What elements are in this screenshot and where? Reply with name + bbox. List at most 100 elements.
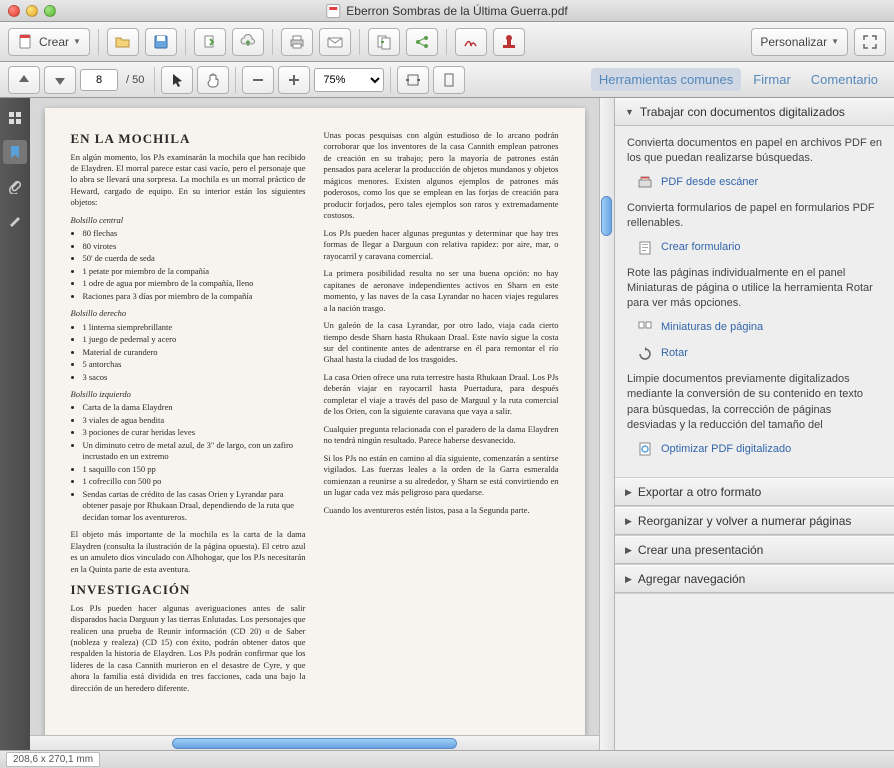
panel-title: Agregar navegación bbox=[638, 572, 745, 586]
optimize-icon bbox=[637, 441, 653, 457]
list-item: Material de curandero bbox=[83, 347, 306, 358]
heading-mochila: EN LA MOCHILA bbox=[71, 130, 306, 148]
bookmark-icon bbox=[7, 144, 23, 160]
page-dimensions: 208,6 x 270,1 mm bbox=[6, 752, 100, 767]
body-para: La primera posibilidad resulta no ser un… bbox=[324, 268, 559, 314]
folder-open-icon bbox=[114, 33, 132, 51]
panel-header-reorganize[interactable]: ▶ Reorganizar y volver a numerar páginas bbox=[615, 507, 894, 535]
signatures-tab[interactable] bbox=[3, 208, 27, 232]
personalize-label: Personalizar bbox=[760, 35, 827, 49]
bookmarks-tab[interactable] bbox=[3, 140, 27, 164]
select-tool-button[interactable] bbox=[161, 66, 193, 94]
triangle-right-icon: ▶ bbox=[625, 516, 632, 527]
panel-header-export[interactable]: ▶Exportar a otro formato bbox=[615, 478, 894, 506]
maximize-window-button[interactable] bbox=[44, 5, 56, 17]
form-icon bbox=[637, 240, 653, 256]
link-label: Miniaturas de página bbox=[661, 320, 763, 335]
list-bolsillo-central: 80 flechas80 virotes50' de cuerda de sed… bbox=[71, 228, 306, 302]
rotate-icon bbox=[637, 346, 653, 362]
zoom-in-button[interactable] bbox=[278, 66, 310, 94]
sec-label: Bolsillo central bbox=[71, 215, 306, 226]
list-item: Sendas cartas de crédito de las casas Or… bbox=[83, 489, 306, 523]
convert-button[interactable] bbox=[368, 28, 400, 56]
personalize-button[interactable]: Personalizar ▼ bbox=[751, 28, 848, 56]
list-bolsillo-izquierdo: Carta de la dama Elaydren3 viales de agu… bbox=[71, 402, 306, 523]
save-button[interactable] bbox=[145, 28, 177, 56]
fit-page-icon bbox=[440, 71, 458, 89]
pdf-from-scanner-link[interactable]: PDF desde escáner bbox=[637, 175, 882, 191]
page-viewport[interactable]: EN LA MOCHILA En algún momento, los PJs … bbox=[30, 98, 599, 735]
vscroll-thumb[interactable] bbox=[601, 196, 612, 236]
export-button[interactable] bbox=[194, 28, 226, 56]
rotate-link[interactable]: Rotar bbox=[637, 346, 882, 362]
link-label: PDF desde escáner bbox=[661, 175, 758, 190]
window-title-text: Eberron Sombras de la Última Guerra.pdf bbox=[346, 4, 567, 18]
print-button[interactable] bbox=[281, 28, 313, 56]
minimize-window-button[interactable] bbox=[26, 5, 38, 17]
email-button[interactable] bbox=[319, 28, 351, 56]
zoom-select[interactable]: 75% bbox=[314, 68, 384, 92]
horizontal-scrollbar[interactable] bbox=[30, 735, 599, 750]
secondary-toolbar: / 50 75% Herramientas comunes Firmar Com… bbox=[0, 62, 894, 98]
fit-width-button[interactable] bbox=[397, 66, 429, 94]
zoom-out-button[interactable] bbox=[242, 66, 274, 94]
fullscreen-button[interactable] bbox=[854, 28, 886, 56]
hand-tool-button[interactable] bbox=[197, 66, 229, 94]
comment-link[interactable]: Comentario bbox=[803, 68, 886, 91]
list-item: 50' de cuerda de seda bbox=[83, 253, 306, 264]
sign-button[interactable] bbox=[455, 28, 487, 56]
fit-page-button[interactable] bbox=[433, 66, 465, 94]
open-button[interactable] bbox=[107, 28, 139, 56]
tools-sidepanel: ▼ Trabajar con documentos digitalizados C… bbox=[614, 98, 894, 750]
triangle-down-icon: ▼ bbox=[625, 107, 634, 117]
vertical-scrollbar[interactable] bbox=[599, 98, 614, 750]
panel-body-digitalized: Convierta documentos en papel en archivo… bbox=[615, 126, 894, 477]
scanner-icon bbox=[637, 175, 653, 191]
panel-text: Convierta documentos en papel en archivo… bbox=[627, 136, 882, 167]
create-form-link[interactable]: Crear formulario bbox=[637, 240, 882, 256]
hscroll-thumb[interactable] bbox=[172, 738, 457, 749]
thumbnails-tab[interactable] bbox=[3, 106, 27, 130]
window-title: Eberron Sombras de la Última Guerra.pdf bbox=[326, 4, 567, 18]
list-item: 1 juego de pedernal y acero bbox=[83, 334, 306, 345]
create-button[interactable]: Crear ▼ bbox=[8, 28, 90, 56]
panel-header-navigation[interactable]: ▶Agregar navegación bbox=[615, 565, 894, 593]
list-bolsillo-derecho: 1 linterna siemprebrillante1 juego de pe… bbox=[71, 322, 306, 383]
page-total-label: / 50 bbox=[122, 74, 148, 86]
panel-text: Convierta formularios de papel en formul… bbox=[627, 201, 882, 232]
panel-title: Trabajar con documentos digitalizados bbox=[640, 105, 845, 119]
close-window-button[interactable] bbox=[8, 5, 20, 17]
page-up-button[interactable] bbox=[8, 66, 40, 94]
envelope-icon bbox=[326, 33, 344, 51]
chevron-down-icon: ▼ bbox=[831, 37, 839, 46]
stamp-button[interactable] bbox=[493, 28, 525, 56]
intro-para: En algún momento, los PJs examinarán la … bbox=[71, 152, 306, 209]
optimize-pdf-link[interactable]: Optimizar PDF digitalizado bbox=[637, 441, 882, 457]
page-down-button[interactable] bbox=[44, 66, 76, 94]
statusbar: 208,6 x 270,1 mm bbox=[0, 750, 894, 768]
page-number-input[interactable] bbox=[80, 69, 118, 91]
share-button[interactable] bbox=[406, 28, 438, 56]
attachments-tab[interactable] bbox=[3, 174, 27, 198]
upload-button[interactable] bbox=[232, 28, 264, 56]
main-area: EN LA MOCHILA En algún momento, los PJs … bbox=[0, 98, 894, 750]
body-para: Unas pocas pesquisas con algún estudioso… bbox=[324, 130, 559, 222]
body-para: Cualquier pregunta relacionada con el pa… bbox=[324, 424, 559, 447]
pdf-file-icon bbox=[326, 4, 340, 18]
panel-header-digitalized[interactable]: ▼ Trabajar con documentos digitalizados bbox=[615, 98, 894, 126]
stamp-icon bbox=[500, 33, 518, 51]
sec-label: Bolsillo izquierdo bbox=[71, 389, 306, 400]
fit-width-icon bbox=[404, 71, 422, 89]
panel-title: Crear una presentación bbox=[638, 543, 763, 557]
body-para: El objeto más importante de la mochila e… bbox=[71, 529, 306, 575]
arrow-down-icon bbox=[51, 71, 69, 89]
minus-icon bbox=[249, 71, 267, 89]
page-thumbnails-link[interactable]: Miniaturas de página bbox=[637, 320, 882, 336]
hand-icon bbox=[204, 71, 222, 89]
panel-header-presentation[interactable]: ▶Crear una presentación bbox=[615, 536, 894, 564]
panel-title: Reorganizar y volver a numerar páginas bbox=[638, 514, 851, 528]
common-tools-link[interactable]: Herramientas comunes bbox=[591, 68, 741, 91]
body-para: La casa Orien ofrece una ruta terrestre … bbox=[324, 372, 559, 418]
sign-link[interactable]: Firmar bbox=[745, 68, 799, 91]
body-para: Si los PJs no están en camino al día sig… bbox=[324, 453, 559, 499]
